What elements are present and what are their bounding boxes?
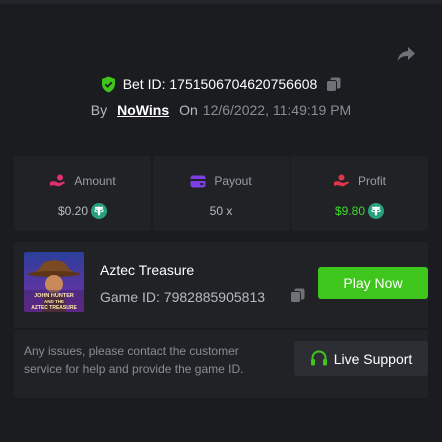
live-support-button[interactable]: Live Support [294,341,428,376]
profit-value: $9.80 [334,204,366,218]
coins-hand-icon [50,174,66,187]
wallet-icon [190,175,206,187]
copy-game-id-icon[interactable] [290,288,305,303]
amount-value: $0.20 [57,204,89,218]
share-icon[interactable] [396,44,416,64]
game-id: Game ID: 7982885905813 [100,289,266,305]
by-label: By [90,102,108,118]
profit-card: Profit $9.80 [291,156,428,231]
game-thumbnail[interactable]: JOHN HUNTER AND THE AZTEC TREASURE [24,252,84,312]
game-title: Aztec Treasure [100,262,195,278]
svg-text:AZTEC TREASURE: AZTEC TREASURE [31,305,77,311]
support-message: Any issues, please contact the customer … [24,344,244,376]
bet-id: Bet ID: 1751506704620756608 [122,76,318,92]
amount-label: Amount [74,174,116,188]
svg-text:AND THE: AND THE [44,299,64,304]
payout-card: Payout 50 x [152,156,290,231]
user-link[interactable]: NoWins [117,102,169,118]
money-hand-icon [333,174,349,187]
bet-date: 12/6/2022, 11:49:19 PM [202,102,352,118]
play-now-button[interactable]: Play Now [318,267,428,299]
tether-icon [91,203,108,219]
divider [14,328,428,330]
bet-id-row: Bet ID: 1751506704620756608 [0,75,442,93]
amount-card: Amount $0.20 [14,156,151,231]
headset-icon [310,350,327,366]
game-card: JOHN HUNTER AND THE AZTEC TREASURE Aztec… [14,242,428,398]
top-border [0,0,442,4]
copy-icon[interactable] [326,77,341,92]
live-support-label: Live Support [333,350,413,367]
on-label: On [179,102,198,118]
profit-label: Profit [357,174,386,188]
stats-row: Amount $0.20 Payout 50 x Profit $9.80 [14,156,428,231]
bet-meta-row: By NoWins On 12/6/2022, 11:49:19 PM [0,101,442,119]
shield-check-icon [101,76,115,92]
payout-label: Payout [214,174,252,188]
payout-value: 50 x [209,204,233,218]
tether-icon [368,203,385,219]
